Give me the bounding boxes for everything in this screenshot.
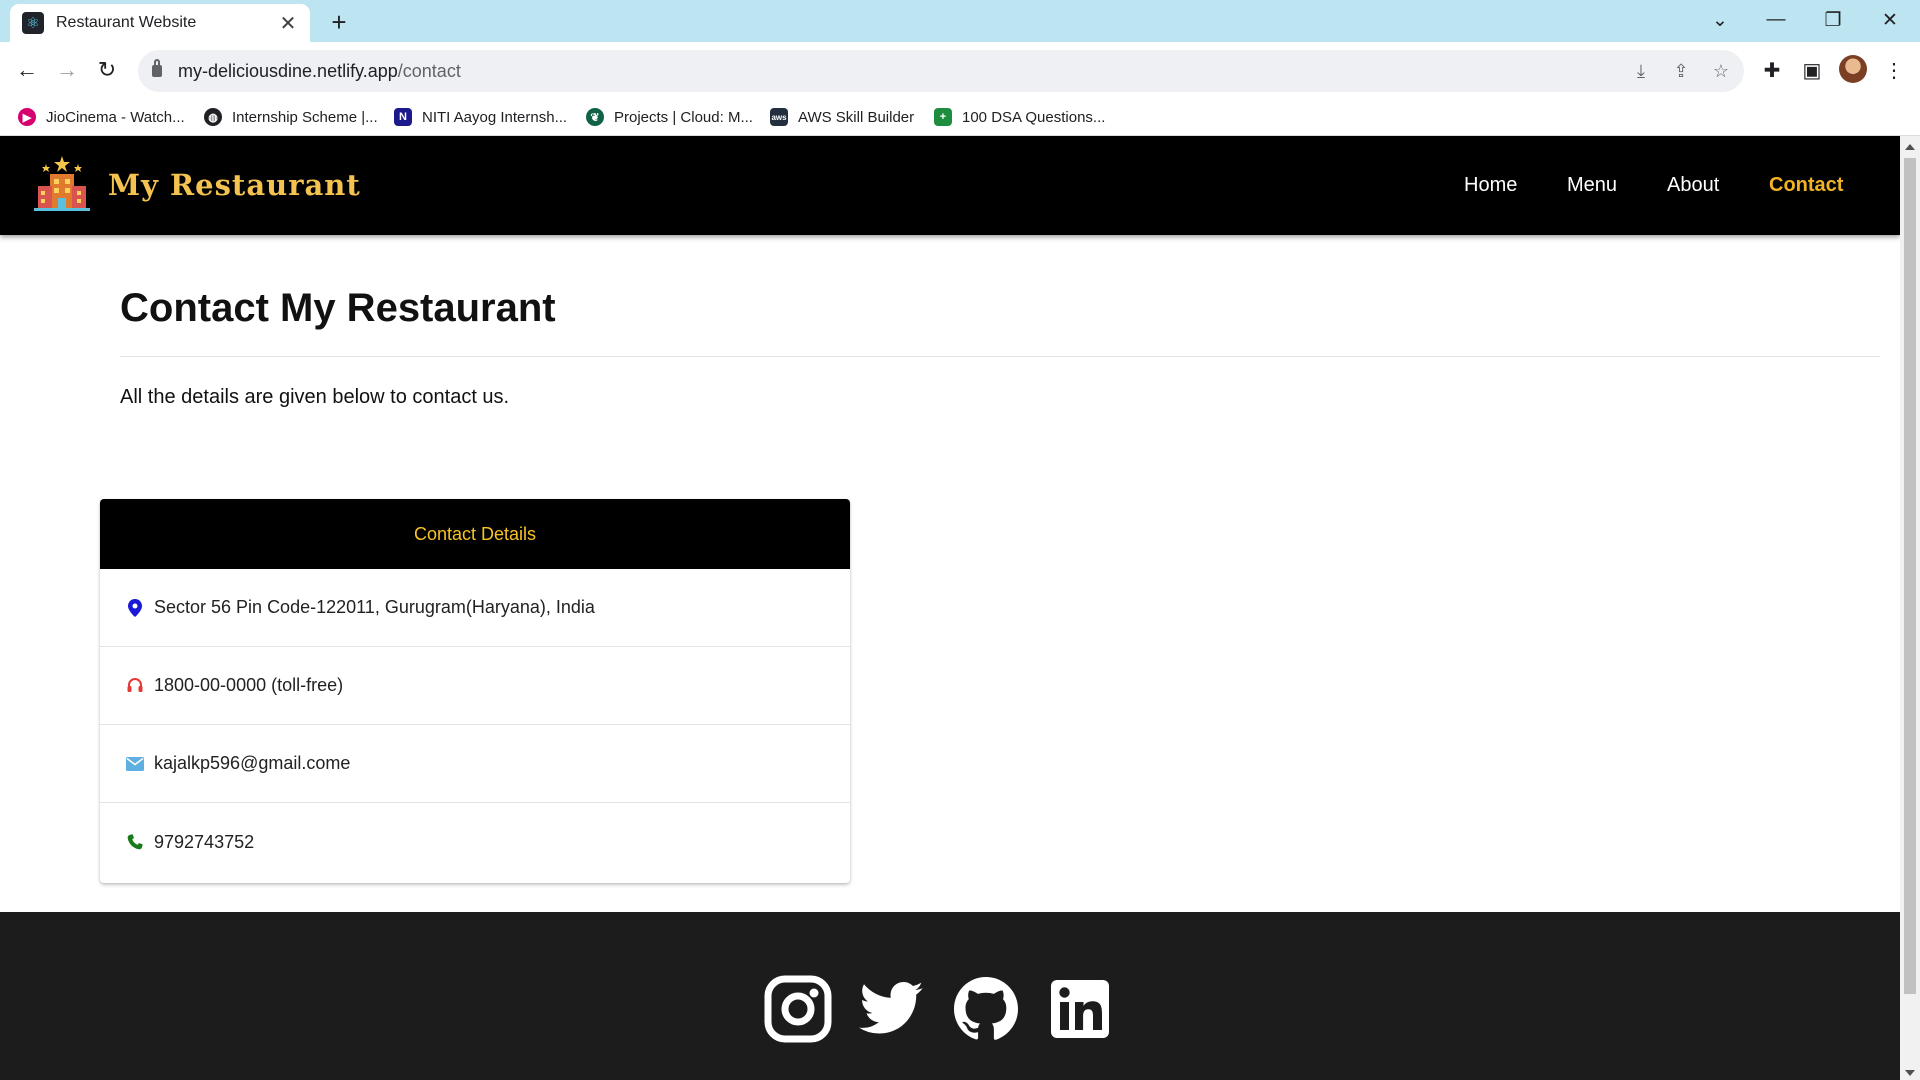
bookmark-niti-aayog[interactable]: N NITI Aayog Internsh... [394,105,567,129]
bookmarks-bar: ▶ JioCinema - Watch... ◍ Internship Sche… [0,98,1920,136]
nav-link-home[interactable]: Home [1464,174,1517,197]
bookmark-dsa-questions[interactable]: + 100 DSA Questions... [934,105,1105,129]
extensions-puzzle-icon[interactable]: ✚ [1757,55,1787,85]
side-panel-icon[interactable]: ▣ [1797,55,1827,85]
twitter-icon[interactable] [857,974,927,1044]
contact-row-email: kajalkp596@gmail.come [100,725,850,803]
bookmark-star-icon[interactable]: ☆ [1708,58,1734,84]
bookmark-label: 100 DSA Questions... [962,108,1106,126]
close-window-button[interactable]: ✕ [1870,4,1910,36]
location-pin-icon [126,598,144,618]
minimize-window-button[interactable]: — [1756,4,1796,36]
linkedin-icon[interactable] [1045,974,1115,1044]
bookmark-label: JioCinema - Watch... [46,108,185,126]
nav-link-contact[interactable]: Contact [1769,174,1843,197]
site-footer [0,912,1900,1080]
scrollbar-thumb[interactable] [1904,158,1916,994]
tab-search-chevron-icon[interactable]: ⌄ [1700,4,1740,36]
site-navbar: My Restaurant Home Menu About Contact [0,136,1900,235]
scroll-up-arrow-icon[interactable] [1905,144,1915,150]
react-favicon-icon: ⚛ [22,12,44,34]
tollfree-number-text: 1800-00-0000 (toll-free) [154,675,344,695]
phone-icon [126,832,144,852]
card-heading: Contact Details [100,499,850,569]
page-intro-text: All the details are given below to conta… [120,386,510,408]
contact-details-card: Contact Details Sector 56 Pin Code-12201… [100,499,850,883]
globe-icon: ◍ [204,108,222,126]
contact-row-phone: 9792743752 [100,803,850,881]
restore-window-button[interactable]: ❐ [1813,4,1853,36]
url-host: my-deliciousdine.netlify.app [178,60,398,81]
github-icon[interactable] [951,974,1021,1044]
notion-icon: N [394,108,412,126]
bookmark-mongodb-projects[interactable]: ❦ Projects | Cloud: M... [586,105,753,129]
page-title: Contact My Restaurant [120,286,556,330]
bookmark-label: Internship Scheme |... [232,108,378,126]
profile-avatar[interactable] [1839,55,1867,83]
nav-link-menu[interactable]: Menu [1567,174,1617,197]
tab-title: Restaurant Website [56,14,197,31]
reload-icon[interactable]: ↻ [90,53,124,87]
new-tab-button[interactable]: + [324,7,354,37]
restaurant-building-logo-icon[interactable] [32,154,92,214]
back-arrow-icon[interactable]: ← [10,53,44,87]
lock-icon[interactable] [152,59,162,77]
close-tab-icon[interactable]: ✕ [276,11,300,35]
bookmark-label: NITI Aayog Internsh... [422,108,568,126]
scroll-down-arrow-icon[interactable] [1905,1070,1915,1076]
headset-icon [126,676,144,696]
nav-link-about[interactable]: About [1667,174,1719,197]
page-scrollbar[interactable] [1900,136,1920,1080]
contact-row-address: Sector 56 Pin Code-122011, Gurugram(Hary… [100,569,850,647]
bookmark-internship-scheme[interactable]: ◍ Internship Scheme |... [204,105,378,129]
forward-arrow-icon[interactable]: → [50,53,84,87]
install-app-icon[interactable]: ⤓ [1628,58,1654,84]
divider [120,356,1880,357]
bookmark-jiocinema[interactable]: ▶ JioCinema - Watch... [18,105,185,129]
email-text: kajalkp596@gmail.come [154,753,351,773]
brand-name[interactable]: My Restaurant [108,168,361,202]
jiocinema-icon: ▶ [18,108,36,126]
browser-tab-strip: ⚛ Restaurant Website ✕ + ⌄ — ❐ ✕ [0,0,1920,42]
instagram-icon[interactable] [763,974,833,1044]
url-path: /contact [397,60,461,81]
browser-toolbar: ← → ↻ my-deliciousdine.netlify.app/conta… [0,42,1920,98]
address-text: Sector 56 Pin Code-122011, Gurugram(Hary… [154,597,595,617]
mail-icon [126,754,144,774]
share-icon[interactable]: ⇪ [1668,58,1694,84]
browser-tab[interactable]: ⚛ Restaurant Website ✕ [10,4,310,42]
browser-menu-kebab-icon[interactable]: ⋮ [1879,55,1909,85]
contact-row-tollfree: 1800-00-0000 (toll-free) [100,647,850,725]
address-bar[interactable]: my-deliciousdine.netlify.app/contact ⤓ ⇪… [138,50,1744,92]
mongodb-leaf-icon: ❦ [586,108,604,126]
bookmark-label: Projects | Cloud: M... [614,108,753,126]
page-viewport: My Restaurant Home Menu About Contact Co… [0,136,1900,1080]
aws-icon: aws [770,108,788,126]
bookmark-aws-skill-builder[interactable]: aws AWS Skill Builder [770,105,914,129]
sheets-icon: + [934,108,952,126]
bookmark-label: AWS Skill Builder [798,108,915,126]
phone-number-text: 9792743752 [154,831,255,852]
